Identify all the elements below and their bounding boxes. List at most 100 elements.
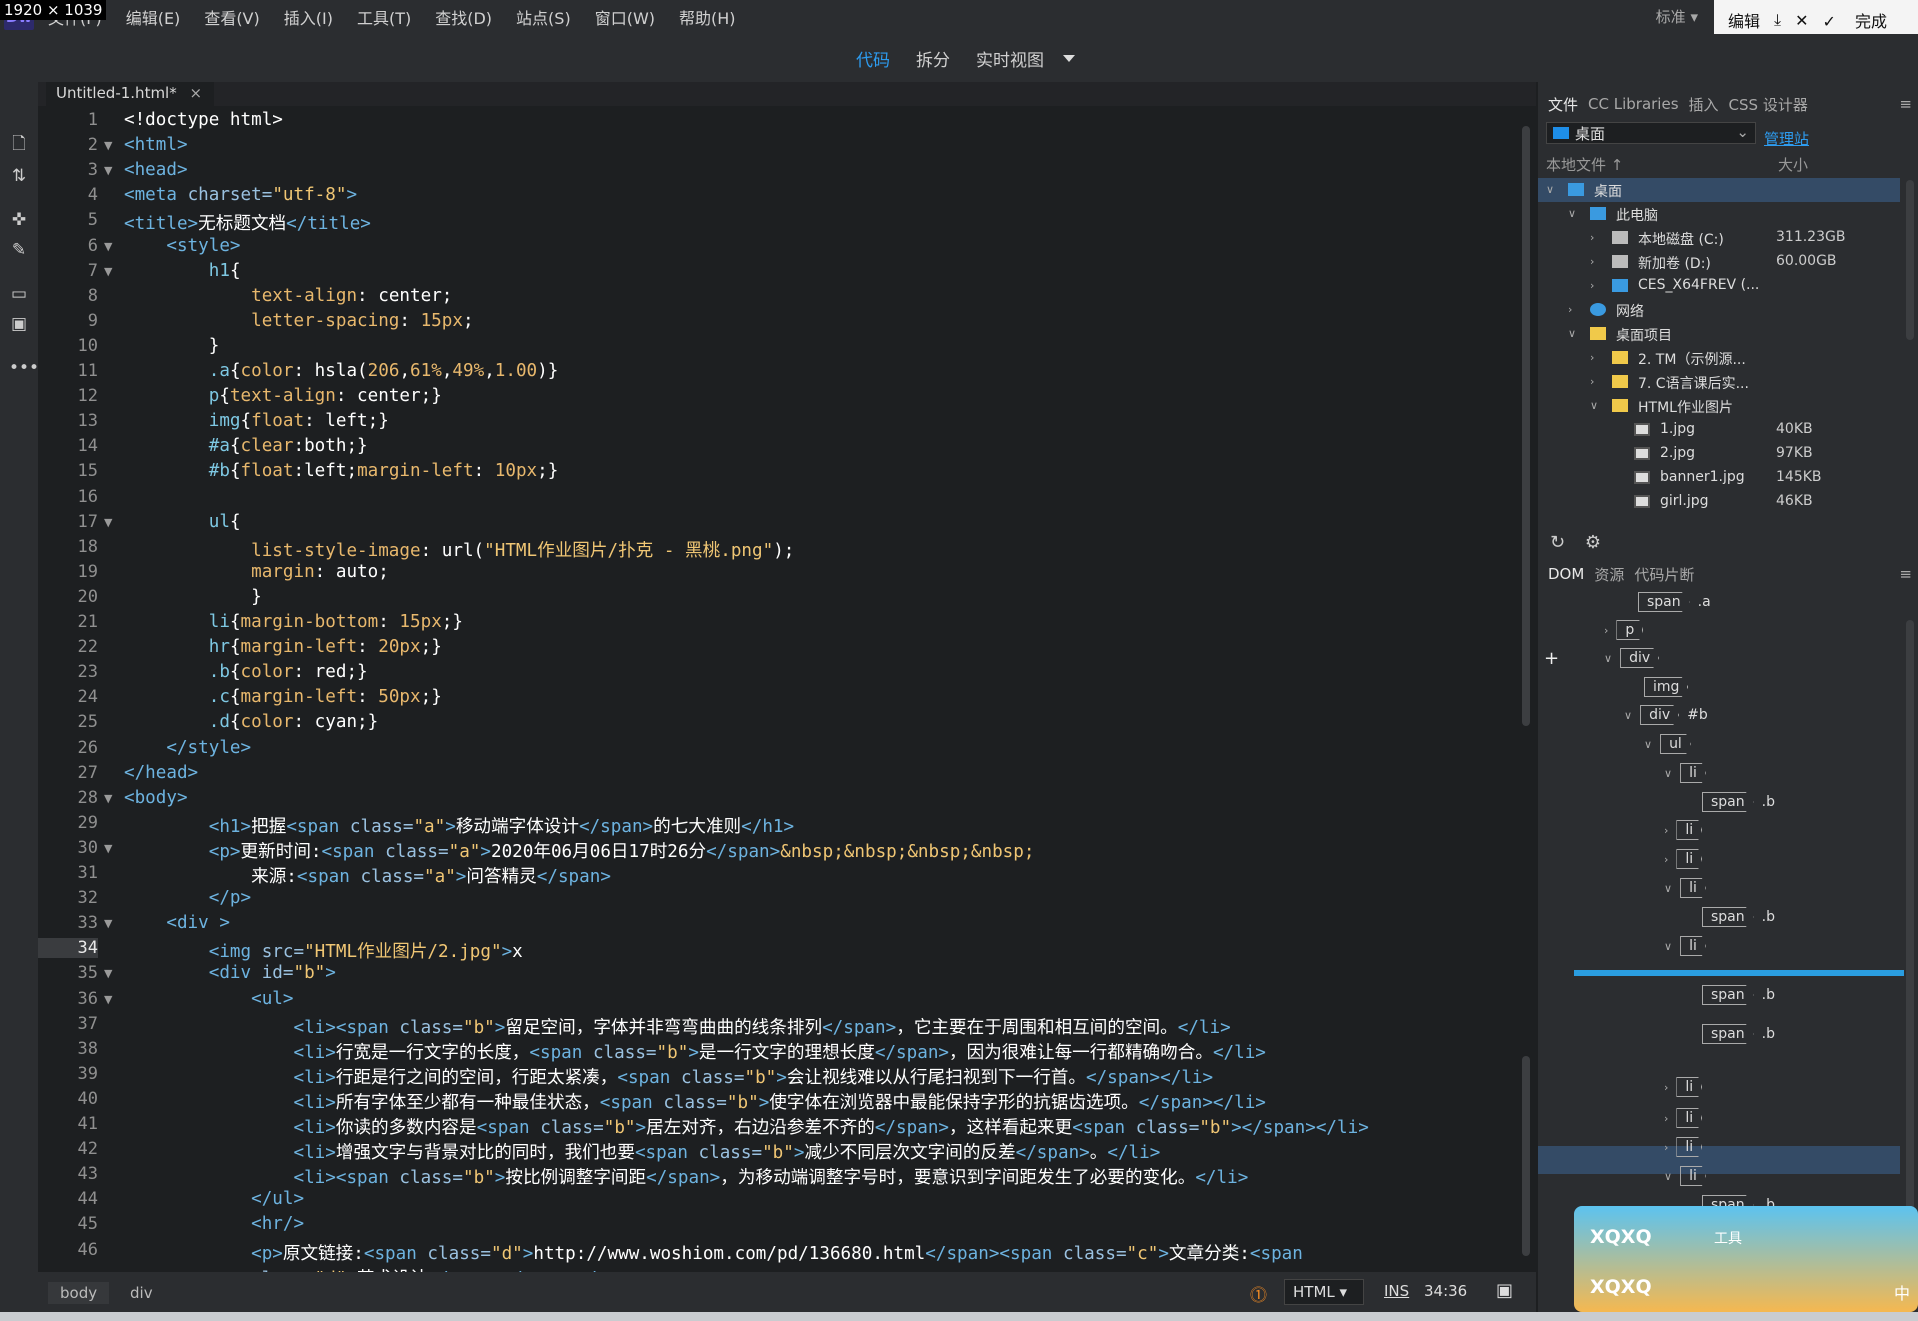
expand-arrow-icon[interactable]: › [1590, 375, 1594, 388]
file-row[interactable]: › 2. TM（示例源... [1538, 346, 1900, 370]
file-row[interactable]: banner1.jpg 145KB [1538, 466, 1900, 490]
code-line[interactable]: list-style-image: url("HTML作业图片/扑克 - 黑桃.… [124, 537, 794, 562]
tab-css-designer[interactable]: CSS 设计器 [1729, 94, 1808, 115]
chevron-down-icon[interactable] [1063, 54, 1075, 62]
code-line[interactable]: <hr/> [124, 1214, 304, 1234]
widget-tools-label[interactable]: 工具 [1714, 1228, 1742, 1248]
site-select[interactable]: 桌面 ⌄ [1546, 122, 1756, 144]
code-line[interactable]: <li>行宽是一行文字的长度，<span class="b">是一行文字的理想长… [124, 1039, 1265, 1064]
panel-menu-icon[interactable]: ≡ [1899, 95, 1912, 113]
code-editor[interactable]: 1 <!doctype html> 2 ▼ <html> 3 ▼ <head> 4 <meta c… [38, 106, 1516, 1272]
dom-node[interactable]: ∨ li [1664, 1166, 1706, 1188]
code-line[interactable]: p{text-align: center;} [124, 386, 442, 406]
expand-arrow-icon[interactable]: › [1590, 231, 1594, 244]
menu-site[interactable]: 站点(S) [516, 5, 571, 29]
code-line[interactable]: h1{ [124, 261, 241, 281]
expand-arrow-icon[interactable]: › [1568, 303, 1572, 316]
code-line[interactable]: #b{float:left;margin-left: 10px;} [124, 461, 559, 481]
expand-arrow-icon[interactable]: ∨ [1624, 709, 1632, 722]
code-line[interactable]: <li><span class="b">留足空间，字体并非弯弯曲曲的线条排列</… [124, 1014, 1230, 1039]
scrollbar-thumb[interactable] [1522, 126, 1530, 726]
code-line[interactable]: .c{margin-left: 50px;} [124, 687, 442, 707]
fold-toggle-icon[interactable]: ▼ [104, 516, 112, 529]
dom-node[interactable]: ∨ li [1664, 763, 1706, 785]
code-line[interactable]: <head> [124, 160, 188, 180]
code-line[interactable]: <li><span class="b">按比例调整字间距</span>，为移动端… [124, 1164, 1248, 1189]
file-row[interactable]: ∨ 桌面 [1538, 178, 1900, 202]
expand-arrow-icon[interactable]: › [1664, 1141, 1668, 1154]
code-line[interactable]: <ul> [124, 989, 293, 1009]
dom-node[interactable]: img [1644, 677, 1689, 699]
expand-arrow-icon[interactable]: › [1590, 279, 1594, 292]
fold-toggle-icon[interactable]: ▼ [104, 792, 112, 805]
code-line[interactable]: <style> [124, 236, 240, 256]
files-scrollbar[interactable] [1906, 180, 1914, 340]
menu-find[interactable]: 查找(D) [435, 5, 492, 29]
code-line[interactable]: <html> [124, 135, 188, 155]
dom-node[interactable]: ∨ ul [1644, 734, 1691, 756]
file-row[interactable]: › 7. C语言课后实... [1538, 370, 1900, 394]
code-line[interactable]: } [124, 336, 220, 356]
code-line[interactable]: <h1>把握<span class="a">移动端字体设计</span>的七大准… [124, 813, 794, 838]
expand-arrow-icon[interactable]: › [1664, 1112, 1668, 1125]
input-method-widget[interactable]: XQXQ 工具 XQXQ 中 [1574, 1206, 1918, 1312]
code-line[interactable]: <img src="HTML作业图片/2.jpg">x [124, 938, 523, 963]
tab-assets[interactable]: 资源 [1594, 564, 1624, 585]
dom-scrollbar[interactable] [1906, 620, 1914, 1270]
dom-node[interactable]: span .b [1702, 907, 1775, 929]
expand-arrow-icon[interactable]: ∨ [1664, 1170, 1672, 1183]
remove-comment-icon[interactable]: ▣ [9, 314, 29, 334]
expand-arrow-icon[interactable]: › [1590, 255, 1594, 268]
expand-icon[interactable]: ✜ [9, 210, 29, 230]
menu-edit[interactable]: 编辑(E) [126, 5, 181, 29]
dom-tag[interactable]: img [1644, 677, 1689, 697]
format-icon[interactable]: ✎ [9, 240, 29, 260]
dom-node[interactable]: ∨ li [1664, 936, 1706, 958]
code-line[interactable]: margin: auto; [124, 562, 389, 582]
dom-tag[interactable]: span [1702, 1024, 1754, 1044]
close-icon[interactable]: ✕ [1795, 11, 1808, 30]
file-row[interactable]: ∨ 此电脑 [1538, 202, 1900, 226]
download-icon[interactable]: ⤓ [1774, 10, 1781, 30]
dom-tag[interactable]: li [1680, 1166, 1706, 1186]
dom-node[interactable]: › li [1664, 820, 1703, 842]
code-line[interactable]: <div id="b"> [124, 963, 336, 983]
code-line[interactable]: <body> [124, 788, 188, 808]
menu-tools[interactable]: 工具(T) [357, 5, 411, 29]
code-line[interactable]: li{margin-bottom: 15px;} [124, 612, 463, 632]
code-line[interactable]: } [124, 587, 262, 607]
fold-toggle-icon[interactable]: ▼ [104, 967, 112, 980]
screen-size-icon[interactable]: ▣ [1496, 1280, 1513, 1301]
code-line[interactable]: <!doctype html> [124, 110, 283, 130]
dom-node[interactable]: ∨ li [1664, 878, 1706, 900]
file-row[interactable]: › 网络 [1538, 298, 1900, 322]
dom-tag[interactable]: li [1676, 1108, 1703, 1128]
dom-tag[interactable]: li [1676, 849, 1703, 869]
warning-icon[interactable]: ⓵ [1250, 1281, 1267, 1306]
split-view-button[interactable]: 拆分 [916, 46, 950, 71]
code-line[interactable]: </p> [124, 888, 251, 908]
ime-chinese-indicator[interactable]: 中 [1894, 1280, 1910, 1304]
fold-toggle-icon[interactable]: ▼ [104, 265, 112, 278]
expand-arrow-icon[interactable]: ∨ [1664, 767, 1672, 780]
done-button[interactable]: ✓ 完成 [1823, 8, 1888, 32]
expand-arrow-icon[interactable]: ∨ [1664, 882, 1672, 895]
code-line[interactable]: class="d">艺术设计</span></span></p> [124, 1265, 618, 1272]
file-row[interactable]: › 新加卷 (D:) 60.00GB [1538, 250, 1900, 274]
code-view-button[interactable]: 代码 [856, 46, 890, 71]
fold-toggle-icon[interactable]: ▼ [104, 917, 112, 930]
connect-icon[interactable]: ⚙ [1585, 532, 1601, 553]
tab-insert[interactable]: 插入 [1689, 94, 1719, 115]
expand-arrow-icon[interactable]: › [1664, 824, 1668, 837]
dom-tag[interactable]: div [1640, 705, 1680, 725]
file-row[interactable]: 1.jpg 40KB [1538, 418, 1900, 442]
tab-dom[interactable]: DOM [1548, 565, 1584, 583]
expand-arrow-icon[interactable]: › [1604, 624, 1608, 637]
dom-node[interactable]: span .b [1702, 792, 1775, 814]
dom-tag[interactable]: li [1680, 763, 1706, 783]
code-line[interactable]: </head> [124, 763, 198, 783]
code-line[interactable]: hr{margin-left: 20px;} [124, 637, 442, 657]
size-column[interactable]: 大小 [1778, 154, 1808, 175]
workspace-switcher[interactable]: 标准 ▾ [1656, 6, 1698, 27]
file-row[interactable]: girl.jpg 46KB [1538, 490, 1900, 514]
